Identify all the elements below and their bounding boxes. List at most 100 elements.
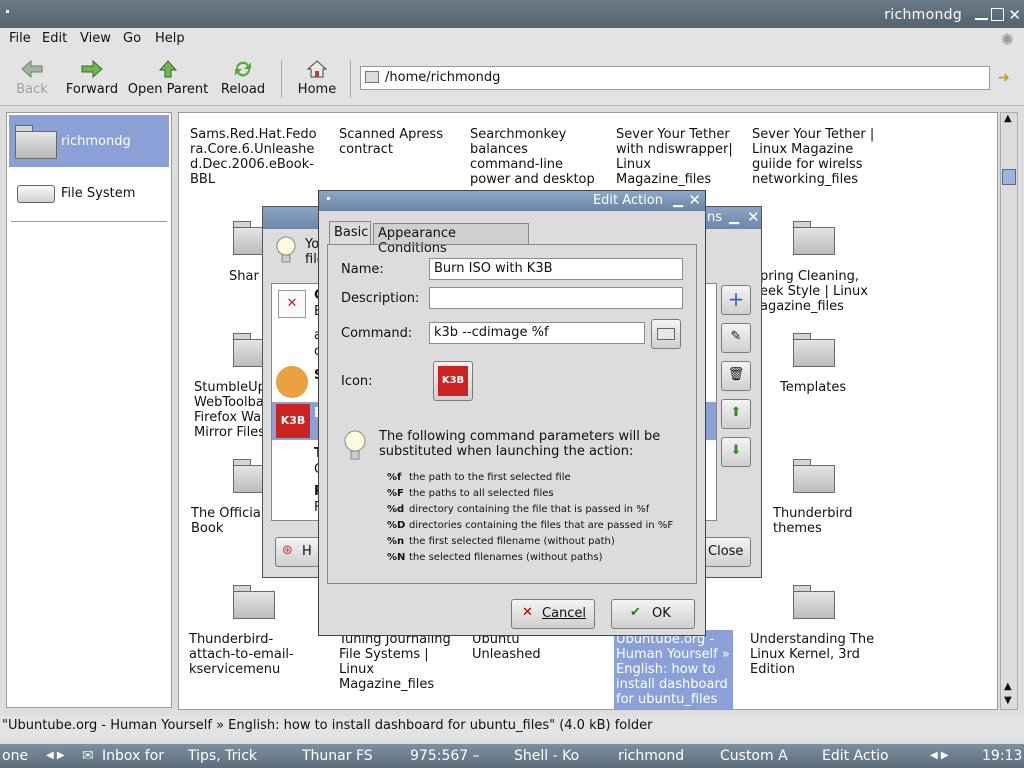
tab-basic[interactable]: Basic	[329, 221, 371, 245]
file-item[interactable]: Ubuntu Unleashed	[472, 632, 592, 662]
add-action-button[interactable]: +	[721, 285, 751, 315]
back-arrow-icon	[21, 60, 43, 78]
help-button[interactable]: ⊛ H	[275, 537, 321, 567]
forward-label: Forward	[65, 82, 119, 97]
maximize-icon[interactable]	[991, 8, 1004, 21]
status-text: "Ubuntube.org - Human Yourself » English…	[2, 718, 653, 733]
toolbar-separator	[281, 60, 282, 98]
help-label: H	[302, 544, 312, 559]
folder-icon[interactable]	[793, 585, 835, 619]
sidebar-item-home[interactable]: richmondg	[9, 115, 169, 167]
file-item[interactable]: Tuning Journaling File Systems | Linux M…	[339, 632, 459, 692]
description-field[interactable]	[429, 287, 683, 309]
move-down-button[interactable]: ⬇	[721, 437, 751, 467]
up-arrow-icon	[158, 60, 178, 78]
task-item[interactable]: Inbox for	[102, 748, 164, 764]
close-icon[interactable]: ✕	[1008, 6, 1021, 24]
task-next-icon[interactable]: ◀ ▶	[930, 750, 949, 761]
file-item[interactable]: Searchmonkey balances command-line power…	[470, 127, 595, 187]
tab-appearance-conditions[interactable]: Appearance Conditions	[373, 223, 529, 256]
forward-button[interactable]: Forward	[64, 60, 120, 97]
description-label: Description:	[341, 291, 420, 306]
menu-edit[interactable]: Edit	[42, 31, 67, 46]
location-input[interactable]: /home/richmondg	[360, 66, 990, 90]
file-item[interactable]: Thunderbird themes	[773, 506, 863, 536]
scroll-thumb[interactable]	[1002, 169, 1016, 185]
file-icon: ✕	[278, 290, 306, 318]
parameter-description: the selected filenames (without paths)	[409, 552, 603, 563]
task-item[interactable]: Custom A	[720, 748, 788, 764]
name-value: Burn ISO with K3B	[434, 261, 553, 276]
command-field[interactable]: k3b --cdimage %f	[429, 322, 645, 344]
location-path: /home/richmondg	[385, 70, 501, 85]
file-item[interactable]: Templates	[780, 380, 870, 395]
reload-button[interactable]: Reload	[218, 60, 268, 97]
parameter-key: %f	[387, 472, 402, 483]
minimize-icon[interactable]: ▁	[673, 193, 683, 208]
menu-go[interactable]: Go	[123, 31, 141, 46]
command-label: Command:	[341, 326, 413, 341]
file-item[interactable]: Sever Your Tether with ndiswrapper| Linu…	[616, 127, 736, 187]
menu-view[interactable]: View	[80, 31, 111, 46]
name-field[interactable]: Burn ISO with K3B	[429, 258, 683, 280]
k3b-icon: K3B	[438, 366, 468, 396]
command-value: k3b --cdimage %f	[434, 325, 549, 340]
file-item[interactable]: StumbleUp WebToolba Firefox Wal Mirror F…	[194, 380, 270, 440]
home-button[interactable]: Home	[294, 60, 340, 97]
delete-action-button[interactable]: 🗑	[721, 361, 751, 391]
task-item[interactable]: 975:567 –	[410, 748, 480, 764]
parameter-description: the path to the first selected file	[409, 472, 571, 483]
scroll-up-icon[interactable]: ▲	[1004, 681, 1012, 692]
minimize-icon[interactable]: ▁	[729, 210, 739, 225]
go-location-icon[interactable]: ➜	[998, 70, 1010, 86]
parameter-description: directory containing the file that is pa…	[409, 504, 650, 515]
browse-command-button[interactable]	[651, 319, 681, 349]
vertical-scrollbar[interactable]: ▲ ▲ ▼	[1000, 112, 1018, 710]
folder-icon[interactable]	[233, 585, 275, 619]
window-menu-icon[interactable]	[327, 197, 330, 200]
open-folder-icon	[657, 327, 675, 340]
edit-action-button[interactable]: ✎	[721, 323, 751, 353]
menu-file[interactable]: File	[9, 31, 31, 46]
window-menu-icon[interactable]	[6, 10, 9, 13]
open-parent-button[interactable]: Open Parent	[126, 60, 210, 97]
file-item[interactable]: Sever Your Tether | Linux Magazine guiid…	[752, 127, 882, 187]
icon-button[interactable]: K3B	[433, 361, 473, 401]
task-item[interactable]: one	[2, 748, 28, 764]
file-item[interactable]: The Official Book	[191, 506, 267, 536]
move-up-button[interactable]: ⬆	[721, 399, 751, 429]
folder-icon[interactable]	[793, 333, 835, 367]
task-item[interactable]: Thunar FS	[302, 748, 373, 764]
close-icon[interactable]: ✕	[688, 191, 701, 209]
file-item-selected[interactable]: Ubuntube.org - Human Yourself » English:…	[614, 630, 733, 709]
cancel-button[interactable]: ✕ Cancel	[511, 599, 595, 629]
taskbar: one ◀ ▶ ✉ Inbox for Tips, Trick Thunar F…	[0, 744, 1024, 768]
down-arrow-icon: ⬇	[730, 443, 742, 458]
scroll-down-icon[interactable]: ▼	[1004, 695, 1012, 706]
close-icon[interactable]: ✕	[747, 208, 760, 226]
dialog-title-fragment: ns	[707, 210, 723, 225]
reload-icon	[235, 61, 251, 77]
parameter-description: directories containing the files that ar…	[409, 520, 674, 531]
parameter-key: %F	[387, 488, 404, 499]
task-item[interactable]: Edit Actio	[822, 748, 889, 764]
back-button[interactable]: Back	[12, 60, 52, 97]
menu-help[interactable]: Help	[155, 31, 185, 46]
file-item[interactable]: Sams.Red.Hat.Fedora.Core.6.Unleashed.Dec…	[190, 127, 320, 187]
task-item[interactable]: Tips, Trick	[188, 748, 257, 764]
file-item[interactable]: Understanding The Linux Kernel, 3rd Edit…	[750, 632, 880, 677]
minimize-icon[interactable]	[975, 8, 988, 20]
folder-icon[interactable]	[793, 459, 835, 493]
file-item[interactable]: Scanned Apress contract	[339, 127, 459, 157]
ok-button[interactable]: ✔ OK	[611, 599, 695, 629]
folder-icon[interactable]	[793, 221, 835, 255]
parameter-key: %d	[387, 504, 405, 515]
scroll-up-icon[interactable]: ▲	[1004, 113, 1012, 124]
task-item[interactable]: Shell - Ko	[514, 748, 579, 764]
file-item[interactable]: pring Cleaning, eek Style | Linux agazin…	[760, 269, 880, 314]
task-prev-icon[interactable]: ◀ ▶	[46, 750, 65, 761]
up-arrow-icon: ⬆	[730, 405, 742, 420]
task-item[interactable]: richmond	[618, 748, 684, 764]
sidebar-item-filesystem[interactable]: File System	[9, 169, 169, 221]
file-item[interactable]: Thunderbird-attach-to-email-kservicemenu	[189, 632, 319, 677]
